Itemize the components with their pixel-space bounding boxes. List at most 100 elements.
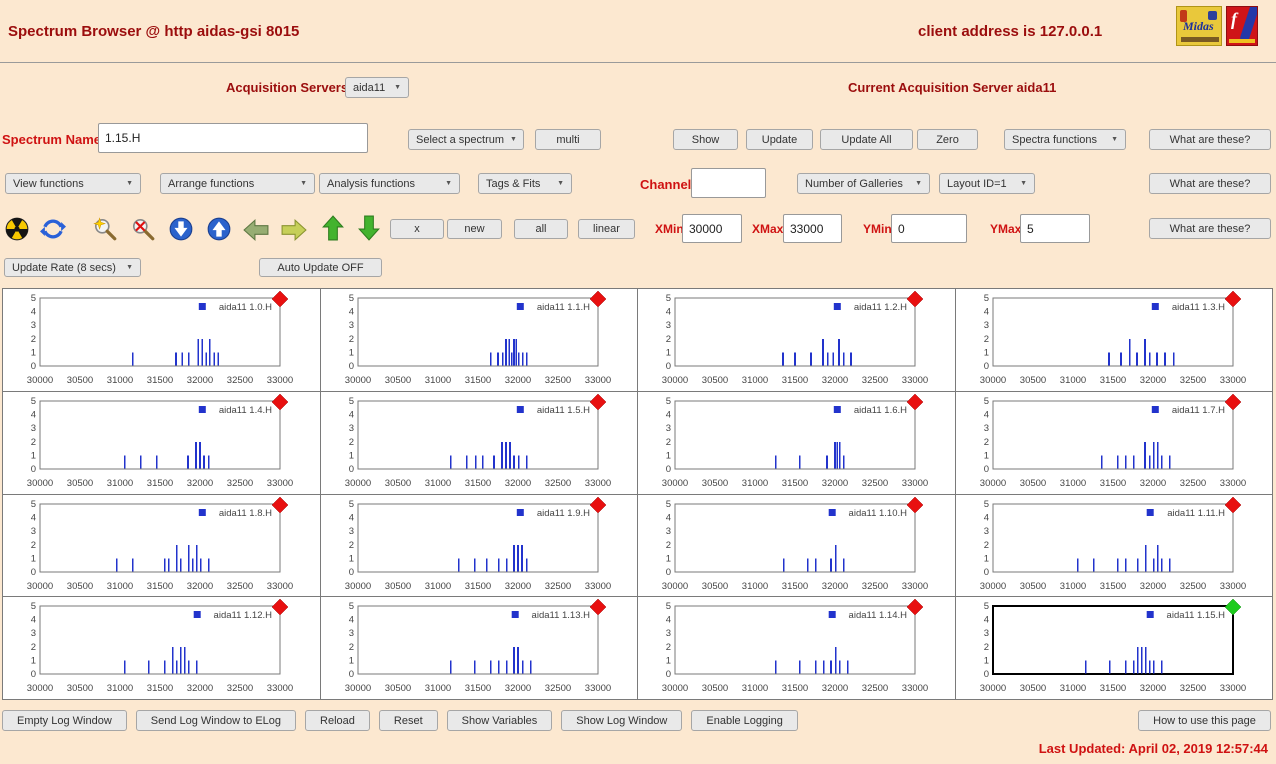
what-are-these-button[interactable]: What are these? [1149, 218, 1271, 239]
svg-text:30500: 30500 [384, 581, 410, 592]
svg-text:32000: 32000 [1139, 581, 1165, 592]
radiation-icon[interactable] [4, 216, 30, 242]
linear-button[interactable]: linear [578, 219, 635, 239]
fair-logo-strip [1229, 39, 1255, 43]
svg-text:4: 4 [983, 409, 988, 420]
zero-button[interactable]: Zero [917, 129, 978, 150]
xmax-input[interactable] [783, 214, 842, 243]
svg-text:32000: 32000 [822, 581, 848, 592]
spectrum-panel[interactable]: 0 1 2 3 4 5 30000 30500 31000 31500 32000 32500 3300… [320, 289, 637, 391]
arrow-right-icon[interactable] [281, 218, 307, 244]
spectrum-chart: 0 1 2 3 4 5 30000 30500 31000 31500 32000 32500 3300… [344, 393, 611, 489]
acquisition-server-select[interactable]: aida11 ▼ [345, 77, 409, 98]
spectrum-panel[interactable]: 0 1 2 3 4 5 30000 30500 31000 31500 32000 32500 3300… [638, 391, 955, 494]
spectrum-chart: 0 1 2 3 4 5 30000 30500 31000 31500 32000 32500 3300… [27, 290, 293, 386]
svg-text:4: 4 [666, 307, 671, 318]
svg-text:2: 2 [666, 437, 671, 448]
svg-text:0: 0 [348, 464, 353, 475]
spectrum-panel[interactable]: 0 1 2 3 4 5 30000 30500 31000 31500 32000 32500 3300… [320, 391, 637, 494]
last-updated: Last Updated: April 02, 2019 12:57:44 [1038, 741, 1268, 756]
spectrum-panel[interactable]: 0 1 2 3 4 5 30000 30500 31000 31500 32000 32500 3300… [638, 289, 955, 391]
chevron-down-icon: ▼ [445, 180, 452, 187]
spectrum-panel[interactable]: 0 1 2 3 4 5 30000 30500 31000 31500 32000 32500 3300… [955, 391, 1272, 494]
ymax-input[interactable] [1020, 214, 1090, 243]
footer-button[interactable]: Show Log Window [561, 710, 683, 731]
select-spectrum-dropdown[interactable]: Select a spectrum ▼ [408, 129, 524, 150]
svg-text:0: 0 [983, 464, 988, 475]
arrange-functions-dropdown[interactable]: Arrange functions ▼ [160, 173, 315, 194]
svg-text:31500: 31500 [782, 683, 808, 694]
multi-button[interactable]: multi [535, 129, 601, 150]
layout-id-dropdown[interactable]: Layout ID=1 ▼ [939, 173, 1035, 194]
globe-down-icon[interactable] [168, 216, 194, 242]
svg-text:1: 1 [666, 450, 671, 461]
all-button[interactable]: all [514, 219, 568, 239]
spectra-functions-dropdown[interactable]: Spectra functions ▼ [1004, 129, 1126, 150]
ymin-input[interactable] [891, 214, 967, 243]
midas-logo-text: Midas [1183, 19, 1214, 33]
svg-text:30000: 30000 [344, 478, 370, 489]
svg-text:32500: 32500 [1179, 581, 1205, 592]
spectrum-panel[interactable]: 0 1 2 3 4 5 30000 30500 31000 31500 32000 32500 3300… [320, 597, 637, 699]
footer-button[interactable]: Reset [378, 710, 438, 731]
footer-button[interactable]: Empty Log Window [2, 710, 127, 731]
update-button[interactable]: Update [746, 129, 813, 150]
spectrum-chart: 0 1 2 3 4 5 30000 30500 31000 31500 32000 32500 3300… [344, 598, 611, 694]
svg-text:4: 4 [348, 615, 353, 626]
channel-input[interactable] [691, 168, 766, 198]
spectrum-panel[interactable]: 0 1 2 3 4 5 30000 30500 31000 31500 32000 32500 3300… [320, 494, 637, 597]
svg-text:31500: 31500 [464, 683, 490, 694]
update-all-button[interactable]: Update All [820, 129, 913, 150]
svg-text:aida11 1.15.H: aida11 1.15.H [1166, 610, 1225, 621]
spectrum-panel[interactable]: 0 1 2 3 4 5 30000 30500 31000 31500 32000 32500 3300… [3, 494, 320, 597]
spectrum-panel[interactable]: 0 1 2 3 4 5 30000 30500 31000 31500 32000 32500 3300… [638, 597, 955, 699]
footer-button[interactable]: Reload [305, 710, 370, 731]
svg-text:31000: 31000 [742, 375, 768, 386]
page-title: Spectrum Browser @ http aidas-gsi 8015 [8, 23, 300, 40]
what-are-these-button[interactable]: What are these? [1149, 129, 1271, 150]
spectrum-panel[interactable]: 0 1 2 3 4 5 30000 30500 31000 31500 32000 32500 3300… [955, 597, 1272, 699]
spectrum-panel[interactable]: 0 1 2 3 4 5 30000 30500 31000 31500 32000 32500 3300… [955, 494, 1272, 597]
new-button[interactable]: new [447, 219, 502, 239]
arrow-up-icon[interactable] [320, 215, 346, 241]
analysis-functions-dropdown[interactable]: Analysis functions ▼ [319, 173, 460, 194]
spectrum-chart: 0 1 2 3 4 5 30000 30500 31000 31500 32000 32500 3300… [27, 496, 293, 592]
svg-text:3: 3 [983, 423, 988, 434]
zoom-in-icon[interactable] [92, 216, 118, 242]
auto-update-button[interactable]: Auto Update OFF [259, 258, 382, 277]
what-are-these-button[interactable]: What are these? [1149, 173, 1271, 194]
xmin-input[interactable] [682, 214, 742, 243]
arrow-left-icon[interactable] [243, 218, 269, 244]
footer-button[interactable]: Show Variables [446, 710, 553, 731]
spectrum-panel[interactable]: 0 1 2 3 4 5 30000 30500 31000 31500 32000 32500 3300… [3, 391, 320, 494]
svg-text:32000: 32000 [1139, 478, 1165, 489]
how-to-use-button[interactable]: How to use this page [1138, 710, 1271, 731]
x-button[interactable]: x [390, 219, 444, 239]
svg-text:32000: 32000 [822, 375, 848, 386]
spectrum-panel[interactable]: 0 1 2 3 4 5 30000 30500 31000 31500 32000 32500 3300… [638, 494, 955, 597]
number-of-galleries-dropdown[interactable]: Number of Galleries ▼ [797, 173, 930, 194]
show-button[interactable]: Show [673, 129, 738, 150]
footer-button[interactable]: Enable Logging [691, 710, 798, 731]
svg-text:aida11 1.0.H: aida11 1.0.H [219, 302, 272, 313]
svg-text:aida11 1.1.H: aida11 1.1.H [536, 302, 589, 313]
svg-text:30500: 30500 [1019, 478, 1045, 489]
refresh-icon[interactable] [40, 216, 66, 242]
footer-button[interactable]: Send Log Window to ELog [135, 710, 297, 731]
spectrum-panel[interactable]: 0 1 2 3 4 5 30000 30500 31000 31500 32000 32500 3300… [3, 289, 320, 391]
spectrum-panel[interactable]: 0 1 2 3 4 5 30000 30500 31000 31500 32000 32500 3300… [3, 597, 320, 699]
svg-text:3: 3 [983, 526, 988, 537]
globe-up-icon[interactable] [206, 216, 232, 242]
spectrum-name-input[interactable] [98, 123, 368, 153]
svg-text:3: 3 [31, 320, 36, 331]
zoom-out-icon[interactable] [130, 216, 156, 242]
update-rate-label: Update Rate (8 secs) [12, 261, 116, 274]
arrow-down-icon[interactable] [356, 215, 382, 241]
svg-text:30500: 30500 [67, 375, 93, 386]
spectrum-panel[interactable]: 0 1 2 3 4 5 30000 30500 31000 31500 32000 32500 3300… [955, 289, 1272, 391]
current-acquisition-server: Current Acquisition Server aida11 [848, 80, 1057, 95]
update-rate-dropdown[interactable]: Update Rate (8 secs) ▼ [4, 258, 141, 277]
tags-fits-dropdown[interactable]: Tags & Fits ▼ [478, 173, 572, 194]
view-functions-dropdown[interactable]: View functions ▼ [5, 173, 141, 194]
acquisition-servers-label: Acquisition Servers [226, 80, 349, 95]
